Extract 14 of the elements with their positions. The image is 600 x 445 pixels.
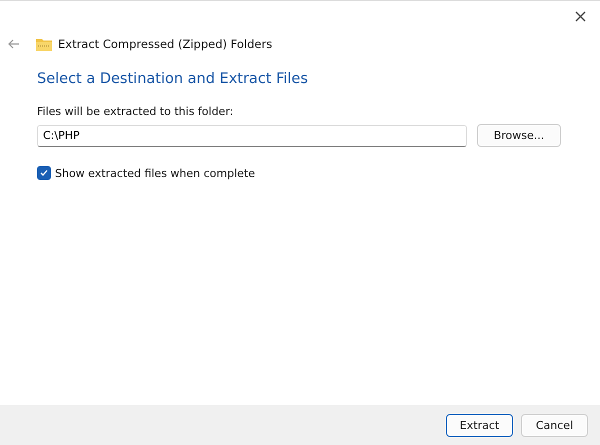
zipped-folder-icon: [36, 37, 52, 51]
browse-button[interactable]: Browse...: [477, 124, 561, 147]
close-icon: [575, 11, 586, 22]
checkbox[interactable]: [37, 166, 51, 180]
checkmark-icon: [39, 168, 49, 178]
page-heading: Select a Destination and Extract Files: [37, 71, 309, 87]
back-arrow-icon: [8, 39, 20, 49]
checkbox-label: Show extracted files when complete: [55, 166, 256, 180]
window-title: Extract Compressed (Zipped) Folders: [58, 37, 272, 51]
dialog-button[interactable]: Extract: [446, 414, 513, 436]
destination-label: Files will be extracted to this folder:: [37, 105, 234, 118]
destination-field[interactable]: C:\PHP: [37, 124, 467, 146]
back-button[interactable]: [6, 37, 22, 51]
dialog-button[interactable]: Cancel: [521, 414, 588, 436]
